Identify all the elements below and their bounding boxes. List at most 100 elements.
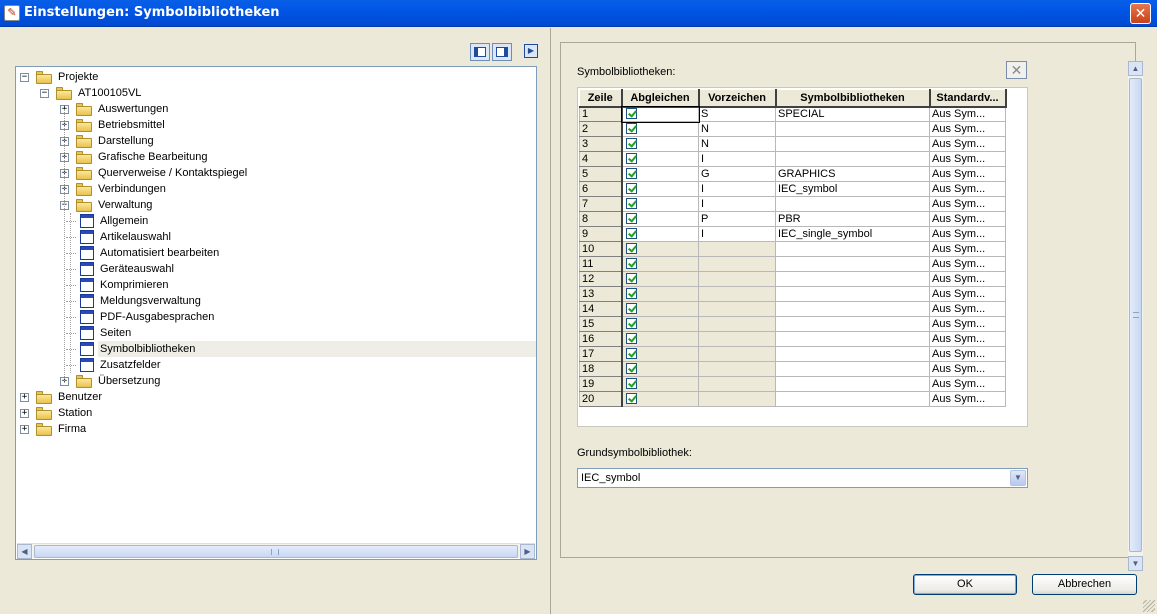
tree-item[interactable]: Meldungsverwaltung bbox=[16, 293, 536, 309]
vorzeichen-cell[interactable]: G bbox=[698, 166, 776, 182]
abgleichen-cell[interactable] bbox=[621, 376, 699, 392]
standard-cell[interactable]: Aus Sym... bbox=[929, 391, 1006, 407]
symlib-cell[interactable] bbox=[775, 331, 930, 347]
abgleichen-cell[interactable] bbox=[621, 181, 699, 197]
tree-item[interactable]: Symbolbibliotheken bbox=[16, 341, 536, 357]
checked-checkbox[interactable] bbox=[625, 168, 637, 180]
vorzeichen-cell[interactable] bbox=[698, 301, 776, 317]
standard-cell[interactable]: Aus Sym... bbox=[929, 361, 1006, 377]
vorzeichen-cell[interactable]: I bbox=[698, 181, 776, 197]
scroll-left-icon[interactable]: ◀ bbox=[17, 544, 32, 559]
collapse-icon[interactable]: − bbox=[40, 89, 49, 98]
checked-checkbox[interactable] bbox=[625, 108, 637, 120]
row-number[interactable]: 7 bbox=[579, 196, 623, 212]
table-row[interactable]: 16 Aus Sym... bbox=[579, 331, 1006, 347]
standard-cell[interactable]: Aus Sym... bbox=[929, 106, 1006, 122]
tree-item[interactable]: − AT100105VL bbox=[16, 85, 536, 101]
symlib-cell[interactable] bbox=[775, 376, 930, 392]
scroll-thumb[interactable] bbox=[1129, 78, 1142, 552]
checked-checkbox[interactable] bbox=[625, 243, 637, 255]
checked-checkbox[interactable] bbox=[625, 213, 637, 225]
tree-item[interactable]: Automatisiert bearbeiten bbox=[16, 245, 536, 261]
standard-cell[interactable]: Aus Sym... bbox=[929, 181, 1006, 197]
show-details-button[interactable] bbox=[492, 43, 512, 61]
tree-item[interactable]: + Verbindungen bbox=[16, 181, 536, 197]
collapse-icon[interactable]: − bbox=[20, 73, 29, 82]
symlib-cell[interactable] bbox=[775, 241, 930, 257]
abgleichen-cell[interactable] bbox=[621, 256, 699, 272]
standard-cell[interactable]: Aus Sym... bbox=[929, 166, 1006, 182]
row-number[interactable]: 17 bbox=[579, 346, 623, 362]
row-number[interactable]: 19 bbox=[579, 376, 623, 392]
vorzeichen-cell[interactable] bbox=[698, 256, 776, 272]
symlib-cell[interactable]: SPECIAL bbox=[775, 106, 930, 122]
checked-checkbox[interactable] bbox=[625, 348, 637, 360]
checked-checkbox[interactable] bbox=[625, 153, 637, 165]
abgleichen-cell[interactable] bbox=[621, 271, 699, 287]
tree-item[interactable]: + Auswertungen bbox=[16, 101, 536, 117]
symlib-cell[interactable] bbox=[775, 316, 930, 332]
table-row[interactable]: 19 Aus Sym... bbox=[579, 376, 1006, 392]
vorzeichen-cell[interactable]: N bbox=[698, 136, 776, 152]
vorzeichen-cell[interactable]: I bbox=[698, 226, 776, 242]
table-row[interactable]: 2 N Aus Sym... bbox=[579, 121, 1006, 137]
table-row[interactable]: 20 Aus Sym... bbox=[579, 391, 1006, 407]
table-row[interactable]: 3 N Aus Sym... bbox=[579, 136, 1006, 152]
abgleichen-cell[interactable] bbox=[621, 226, 699, 242]
vorzeichen-cell[interactable] bbox=[698, 316, 776, 332]
vorzeichen-cell[interactable] bbox=[698, 361, 776, 377]
tree-item[interactable]: Artikelauswahl bbox=[16, 229, 536, 245]
standard-cell[interactable]: Aus Sym... bbox=[929, 211, 1006, 227]
row-number[interactable]: 13 bbox=[579, 286, 623, 302]
col-header-abgleichen[interactable]: Abgleichen bbox=[621, 89, 700, 108]
tree-item[interactable]: − Projekte bbox=[16, 69, 536, 85]
row-number[interactable]: 8 bbox=[579, 211, 623, 227]
abgleichen-cell[interactable] bbox=[621, 151, 699, 167]
checked-checkbox[interactable] bbox=[625, 393, 637, 405]
symlib-cell[interactable] bbox=[775, 286, 930, 302]
abgleichen-cell[interactable] bbox=[621, 211, 699, 227]
base-symlib-select[interactable]: IEC_symbol ▼ bbox=[577, 468, 1028, 488]
scroll-thumb[interactable] bbox=[34, 545, 518, 558]
col-header-symbolbibliotheken[interactable]: Symbolbibliotheken bbox=[775, 89, 931, 108]
tree-item[interactable]: Seiten bbox=[16, 325, 536, 341]
table-row[interactable]: 14 Aus Sym... bbox=[579, 301, 1006, 317]
abgleichen-cell[interactable] bbox=[621, 241, 699, 257]
vorzeichen-cell[interactable]: I bbox=[698, 151, 776, 167]
abgleichen-cell[interactable] bbox=[621, 391, 699, 407]
row-number[interactable]: 14 bbox=[579, 301, 623, 317]
row-number[interactable]: 20 bbox=[579, 391, 623, 407]
row-number[interactable]: 1 bbox=[579, 106, 623, 122]
symlib-cell[interactable] bbox=[775, 196, 930, 212]
checked-checkbox[interactable] bbox=[625, 378, 637, 390]
vorzeichen-cell[interactable]: N bbox=[698, 121, 776, 137]
table-row[interactable]: 18 Aus Sym... bbox=[579, 361, 1006, 377]
checked-checkbox[interactable] bbox=[625, 363, 637, 375]
abgleichen-cell[interactable] bbox=[621, 346, 699, 362]
abgleichen-cell[interactable] bbox=[621, 136, 699, 152]
checked-checkbox[interactable] bbox=[625, 138, 637, 150]
settings-vertical-scrollbar[interactable]: ▲ ▼ bbox=[1128, 61, 1143, 571]
tree-item[interactable]: + Darstellung bbox=[16, 133, 536, 149]
row-number[interactable]: 3 bbox=[579, 136, 623, 152]
tree-item[interactable]: Zusatzfelder bbox=[16, 357, 536, 373]
row-number[interactable]: 18 bbox=[579, 361, 623, 377]
symlib-cell[interactable] bbox=[775, 391, 930, 407]
tree-item[interactable]: + Benutzer bbox=[16, 389, 536, 405]
vorzeichen-cell[interactable] bbox=[698, 391, 776, 407]
chevron-down-icon[interactable]: ▼ bbox=[1010, 470, 1026, 486]
standard-cell[interactable]: Aus Sym... bbox=[929, 196, 1006, 212]
vorzeichen-cell[interactable] bbox=[698, 241, 776, 257]
row-number[interactable]: 4 bbox=[579, 151, 623, 167]
row-number[interactable]: 16 bbox=[579, 331, 623, 347]
standard-cell[interactable]: Aus Sym... bbox=[929, 256, 1006, 272]
vorzeichen-cell[interactable] bbox=[698, 346, 776, 362]
table-row[interactable]: 15 Aus Sym... bbox=[579, 316, 1006, 332]
row-number[interactable]: 10 bbox=[579, 241, 623, 257]
table-row[interactable]: 10 Aus Sym... bbox=[579, 241, 1006, 257]
show-tree-button[interactable] bbox=[470, 43, 490, 61]
resize-grip-icon[interactable] bbox=[1143, 600, 1155, 612]
tree-item[interactable]: − Verwaltung bbox=[16, 197, 536, 213]
vorzeichen-cell[interactable]: S bbox=[698, 106, 776, 122]
row-number[interactable]: 5 bbox=[579, 166, 623, 182]
